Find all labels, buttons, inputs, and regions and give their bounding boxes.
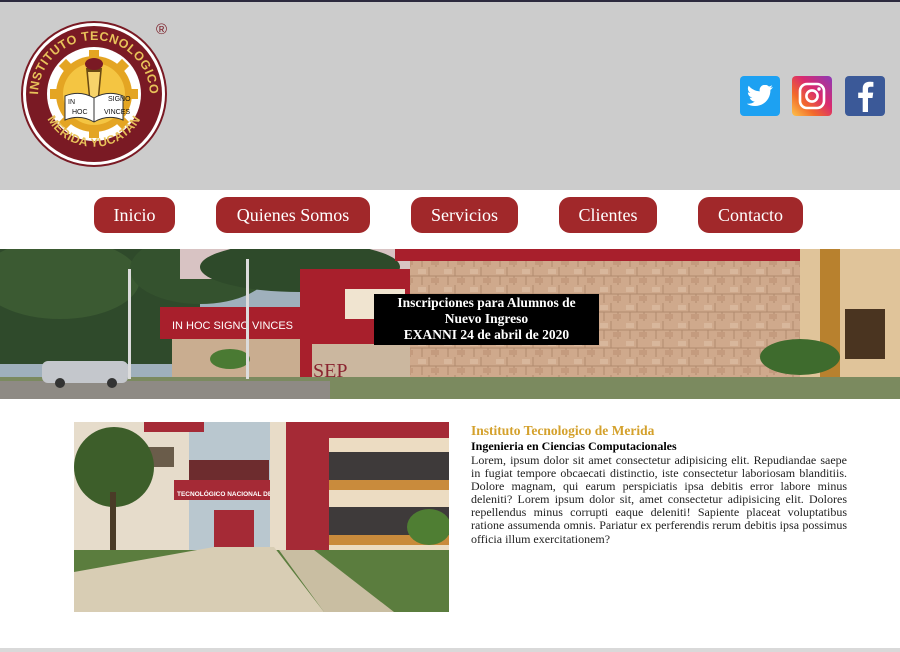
bottom-border <box>0 648 900 652</box>
svg-text:VINCES: VINCES <box>104 109 130 116</box>
notice-line-1: Inscripciones para Alumnos de <box>397 295 576 310</box>
notice-line-3: EXANNI 24 de abril de 2020 <box>403 327 570 342</box>
facebook-icon <box>858 81 874 112</box>
notice-line-2: Nuevo Ingreso <box>444 311 529 326</box>
institute-logo[interactable]: INSTITUTO TECNOLOGICO MERIDA YUCATAN IN … <box>20 16 172 168</box>
twitter-link[interactable] <box>740 76 780 116</box>
main-nav: Inicio Quienes Somos Servicios Clientes … <box>0 190 900 249</box>
twitter-icon <box>747 85 773 106</box>
about-section: Instituto Tecnologico de Merida Ingenier… <box>471 423 847 546</box>
hero-banner: IN HOC SIGNO VINCES SEP Inscripciones pa… <box>0 249 900 399</box>
section-body: Lorem, ipsum dolor sit amet consectetur … <box>471 453 847 546</box>
nav-quienes-somos-button[interactable]: Quienes Somos <box>216 197 370 233</box>
svg-text:SIGNO: SIGNO <box>108 96 131 103</box>
svg-text:IN: IN <box>68 99 75 106</box>
nav-clientes-button[interactable]: Clientes <box>559 197 657 233</box>
svg-text:IN HOC SIGNO VINCES: IN HOC SIGNO VINCES <box>172 320 293 332</box>
facebook-link[interactable] <box>845 76 885 116</box>
instagram-icon <box>798 82 826 110</box>
nav-inicio-button[interactable]: Inicio <box>94 197 175 233</box>
site-header: INSTITUTO TECNOLOGICO MERIDA YUCATAN IN … <box>0 2 900 190</box>
instagram-link[interactable] <box>792 76 832 116</box>
campus-building-photo: TECNOLÓGICO NACIONAL DE MÉXICO <box>74 422 449 612</box>
building-image: TECNOLÓGICO NACIONAL DE MÉXICO <box>74 422 449 612</box>
nav-servicios-button[interactable]: Servicios <box>411 197 518 233</box>
svg-text:®: ® <box>156 21 167 38</box>
section-title: Instituto Tecnologico de Merida <box>471 423 655 438</box>
admission-notice: Inscripciones para Alumnos de Nuevo Ingr… <box>374 294 599 345</box>
section-subtitle: Ingenieria en Ciencias Computacionales <box>471 439 677 453</box>
nav-contacto-button[interactable]: Contacto <box>698 197 803 233</box>
svg-text:HOC: HOC <box>72 109 88 116</box>
